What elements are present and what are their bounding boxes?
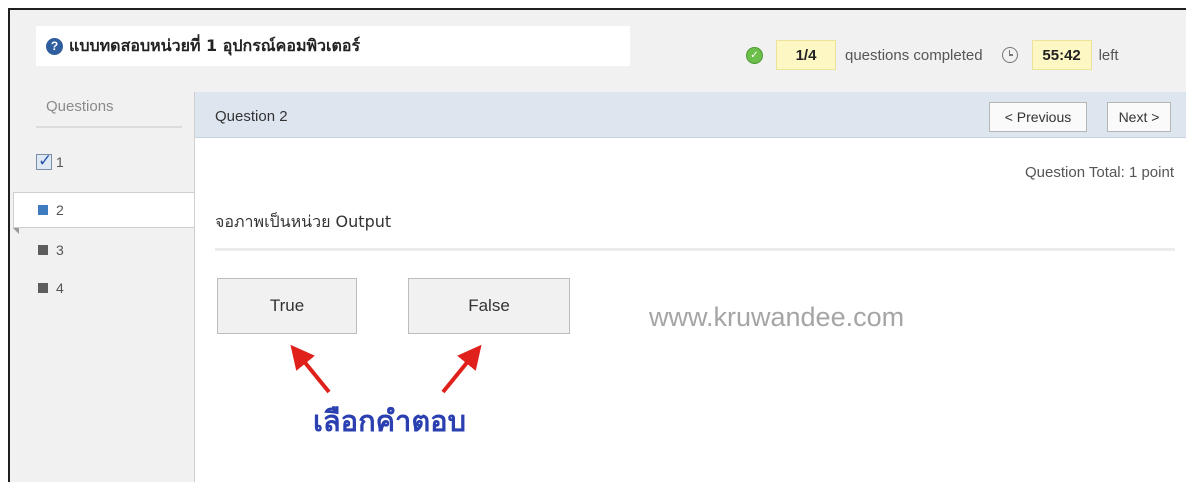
sidebar-item-question-2[interactable]: 2 (36, 198, 64, 222)
square-icon (38, 245, 48, 255)
active-tab-fold (13, 228, 19, 234)
quiz-status: ✓ 1/4 questions completed 55:42 left (746, 40, 1119, 70)
quiz-window: ? แบบทดสอบหน่วยที่ 1 อุปกรณ์คอมพิวเตอร์ … (8, 8, 1186, 482)
timer-value: 55:42 (1031, 40, 1092, 70)
sidebar-item-question-3[interactable]: 3 (36, 238, 64, 262)
square-icon (38, 283, 48, 293)
question-number: 4 (56, 280, 64, 296)
clock-icon (1001, 47, 1018, 63)
checkbox-checked-icon (36, 151, 52, 171)
question-circle-icon[interactable]: ? (46, 37, 63, 55)
question-number: 2 (56, 202, 64, 218)
sidebar-divider (36, 126, 182, 128)
progress-label: questions completed (845, 46, 983, 64)
square-icon (38, 205, 48, 215)
arrow-to-false (441, 344, 482, 394)
progress-counter: 1/4 (776, 40, 836, 70)
quiz-title: แบบทดสอบหน่วยที่ 1 อุปกรณ์คอมพิวเตอร์ (69, 35, 361, 55)
quiz-title-bar: ? แบบทดสอบหน่วยที่ 1 อุปกรณ์คอมพิวเตอร์ (36, 26, 630, 66)
question-number: 3 (56, 242, 64, 258)
timer-suffix: left (1098, 46, 1119, 64)
sidebar-heading: Questions (46, 98, 114, 115)
question-panel: Question 2 < Previous Next > Question To… (194, 92, 1186, 482)
sidebar-item-question-1[interactable]: 1 (36, 150, 64, 174)
question-number: 1 (56, 154, 64, 170)
sidebar-item-question-4[interactable]: 4 (36, 276, 64, 300)
check-circle-icon: ✓ (746, 46, 763, 64)
arrow-to-true (290, 344, 331, 394)
annotation-label: เลือกคำตอบ (313, 404, 467, 438)
